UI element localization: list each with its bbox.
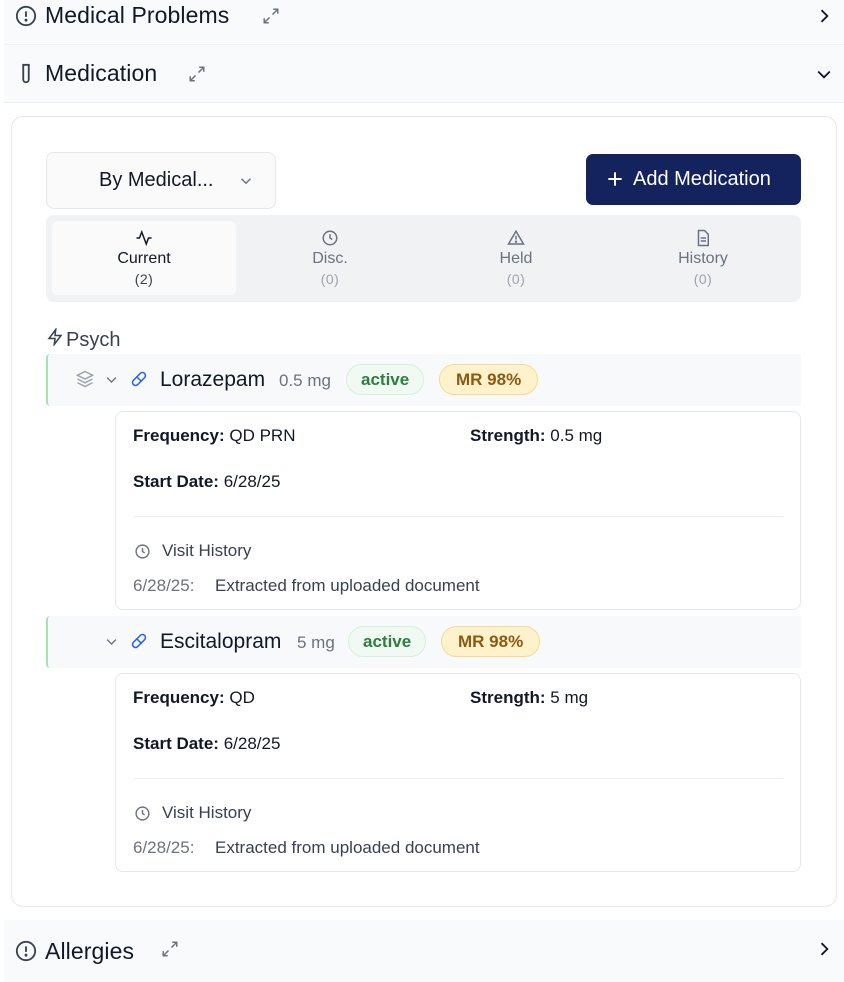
tab-history[interactable]: History (0) [611,221,795,295]
warning-icon [507,229,525,247]
start-date-field: Start Date: 6/28/25 [133,734,281,753]
add-medication-button[interactable]: Add Medication [586,154,801,205]
chevron-down-icon [237,172,255,190]
section-allergies[interactable]: Allergies [4,920,844,982]
expand-icon[interactable] [262,7,280,25]
visit-history-label: Visit History [162,541,252,560]
plus-icon [605,169,625,189]
chevron-right-icon[interactable] [814,6,834,26]
history-text: Extracted from uploaded document [215,576,480,595]
section-title-allergies: Allergies [45,937,135,964]
medication-row[interactable]: Escitalopram 5 mg active MR 98% [46,616,801,668]
tab-discontinued[interactable]: Disc. (0) [238,221,422,295]
match-badge: MR 98% [441,626,541,657]
history-date: 6/28/25: [133,576,195,595]
tab-count: (2) [134,271,154,287]
tab-count: (0) [693,271,713,287]
tab-label: Current [117,250,171,267]
tab-label: History [678,250,728,267]
medication-dose: 5 mg [297,633,335,652]
status-badge: active [346,364,425,395]
medication-name: Lorazepam [160,368,266,391]
chevron-right-icon[interactable] [814,939,834,959]
tab-count: (0) [320,271,340,287]
category-header: Psych [46,326,121,352]
chevron-down-icon[interactable] [104,372,119,387]
medication-row[interactable]: Lorazepam 0.5 mg active MR 98% [46,354,801,406]
test-tube-icon [14,62,38,86]
section-medication[interactable]: Medication [4,45,844,103]
tab-count: (0) [506,271,526,287]
group-by-value: By Medical... [99,169,214,191]
document-icon [694,229,712,247]
medication-detail: Frequency: QD Strength: 5 mg Start Date:… [115,673,801,872]
visit-history-label: Visit History [162,803,252,822]
tab-current[interactable]: Current (2) [52,221,236,295]
expand-icon[interactable] [161,940,179,958]
chevron-down-icon[interactable] [104,634,119,649]
section-title-medication: Medication [45,60,158,86]
lightning-icon [46,326,66,352]
layers-icon[interactable] [75,370,95,388]
strength-field: Strength: 0.5 mg [470,426,603,445]
start-date-field: Start Date: 6/28/25 [133,472,281,491]
pill-icon [130,632,148,650]
group-by-select[interactable]: By Medical... [46,152,276,209]
match-badge: MR 98% [439,364,539,395]
medication-tabs: Current (2) Disc. (0) Held (0) History (… [46,215,801,302]
clock-icon [321,229,339,247]
alert-circle-icon [14,4,38,28]
clock-icon [134,543,151,560]
alert-circle-icon [14,939,38,963]
status-badge: active [348,626,427,657]
medication-detail: Frequency: QD PRN Strength: 0.5 mg Start… [115,411,801,610]
tab-held[interactable]: Held (0) [424,221,608,295]
divider [133,778,783,779]
medication-dose: 0.5 mg [279,371,331,390]
add-medication-label: Add Medication [633,168,771,190]
medication-name: Escitalopram [160,630,282,653]
frequency-field: Frequency: QD PRN [133,426,296,445]
frequency-field: Frequency: QD [133,688,255,707]
expand-icon[interactable] [188,65,206,83]
category-label: Psych [66,328,121,351]
section-medical-problems[interactable]: Medical Problems [4,0,844,45]
clock-icon [134,805,151,822]
divider [133,516,783,517]
pill-icon [130,370,148,388]
history-text: Extracted from uploaded document [215,838,480,857]
activity-icon [135,229,153,247]
tab-label: Disc. [312,250,348,267]
history-date: 6/28/25: [133,838,195,857]
section-title-medical-problems: Medical Problems [45,2,230,28]
chevron-down-icon[interactable] [814,64,834,84]
tab-label: Held [499,250,533,267]
strength-field: Strength: 5 mg [470,688,589,707]
